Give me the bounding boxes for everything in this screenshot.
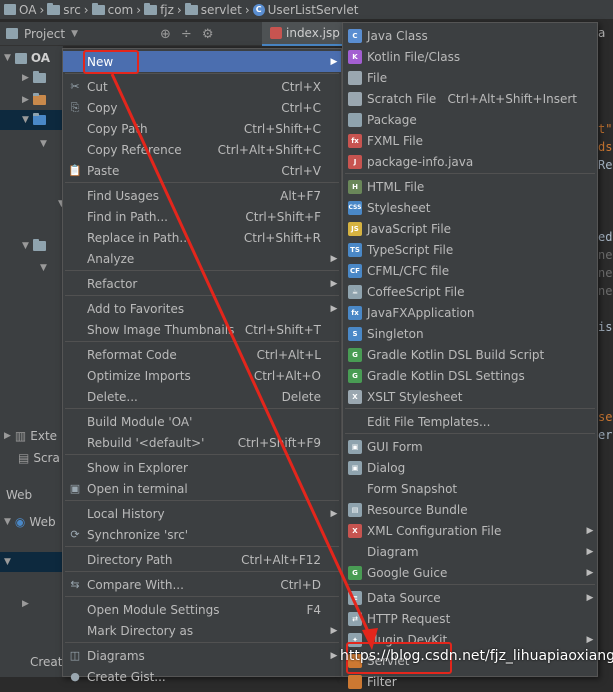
annotation-arrow [110,73,378,650]
watermark: https://blog.csdn.net/fjz_lihuapiaoxiang [340,648,613,664]
